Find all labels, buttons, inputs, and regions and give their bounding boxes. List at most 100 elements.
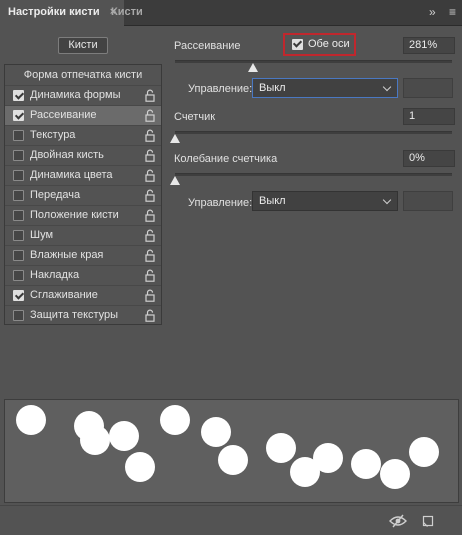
- setting-checkbox[interactable]: [13, 290, 24, 301]
- brush-setting-item[interactable]: Динамика цвета: [5, 165, 161, 185]
- setting-checkbox[interactable]: [13, 250, 24, 261]
- setting-checkbox[interactable]: [13, 90, 24, 101]
- brush-dab: [218, 445, 248, 475]
- scatter-slider-handle[interactable]: [247, 63, 258, 72]
- brush-dab: [266, 433, 296, 463]
- control-label-1: Управление:: [188, 83, 253, 95]
- setting-checkbox[interactable]: [13, 210, 24, 221]
- lock-icon[interactable]: [145, 209, 155, 222]
- brush-dab: [160, 405, 190, 435]
- brush-setting-item[interactable]: Динамика формы: [5, 85, 161, 105]
- setting-checkbox[interactable]: [13, 130, 24, 141]
- setting-label: Влажные края: [30, 249, 104, 261]
- setting-checkbox[interactable]: [13, 110, 24, 121]
- panel-tab-bar: Настройки кисти × Кисти » ≡: [0, 0, 462, 27]
- count-control-value: Выкл: [259, 195, 286, 207]
- brush-setting-item[interactable]: Положение кисти: [5, 205, 161, 225]
- brush-setting-item[interactable]: Двойная кисть: [5, 145, 161, 165]
- lock-icon[interactable]: [145, 289, 155, 302]
- setting-checkbox[interactable]: [13, 170, 24, 181]
- brush-setting-item[interactable]: Сглаживание: [5, 285, 161, 305]
- scatter-slider-track[interactable]: [175, 60, 452, 63]
- chevron-down-icon: [382, 82, 392, 92]
- both-axes-label: Обе оси: [308, 38, 350, 50]
- brush-setting-item[interactable]: Текстура: [5, 125, 161, 145]
- panel-footer: [0, 505, 462, 535]
- brush-setting-item[interactable]: Рассеивание: [5, 105, 161, 125]
- count-control-dropdown[interactable]: Выкл: [252, 191, 398, 211]
- count-label: Счетчик: [174, 111, 216, 123]
- count-jitter-slider-handle[interactable]: [170, 176, 180, 185]
- count-jitter-label: Колебание счетчика: [174, 153, 278, 165]
- count-slider-handle[interactable]: [170, 134, 180, 143]
- setting-checkbox[interactable]: [13, 190, 24, 201]
- brush-dab: [16, 405, 46, 435]
- brush-dab: [109, 421, 139, 451]
- brush-setting-item[interactable]: Влажные края: [5, 245, 161, 265]
- setting-label: Положение кисти: [30, 209, 119, 221]
- count-jitter-slider-track[interactable]: [175, 173, 452, 176]
- setting-checkbox[interactable]: [13, 150, 24, 161]
- brush-dab: [380, 459, 410, 489]
- brush-setting-item[interactable]: Защита текстуры: [5, 305, 161, 325]
- scatter-control-extra: [403, 78, 453, 98]
- chevron-down-icon: [382, 195, 392, 205]
- brush-dab: [125, 452, 155, 482]
- tab-brush-settings-label: Настройки кисти: [8, 6, 100, 18]
- lock-icon[interactable]: [145, 229, 155, 242]
- setting-label: Рассеивание: [30, 109, 97, 121]
- preview-canvas: [16, 405, 439, 489]
- setting-label: Текстура: [30, 129, 76, 141]
- setting-label: Передача: [30, 189, 81, 201]
- scatter-value-field[interactable]: 281%: [403, 37, 455, 54]
- setting-checkbox[interactable]: [13, 270, 24, 281]
- brush-tip-shape-item[interactable]: Форма отпечатка кисти: [5, 65, 161, 85]
- lock-icon[interactable]: [145, 129, 155, 142]
- brushes-presets-button[interactable]: Кисти: [58, 37, 108, 54]
- brush-setting-item[interactable]: Передача: [5, 185, 161, 205]
- count-jitter-value-field[interactable]: 0%: [403, 150, 455, 167]
- both-axes-checkbox-highlight[interactable]: Обе оси: [283, 33, 356, 56]
- setting-label: Динамика формы: [30, 89, 121, 101]
- brush-dab: [313, 443, 343, 473]
- brush-stroke-preview: [4, 399, 459, 503]
- tab-brushes-label: Кисти: [111, 6, 143, 18]
- brush-dab: [351, 449, 381, 479]
- setting-label: Защита текстуры: [30, 309, 119, 321]
- lock-icon[interactable]: [145, 89, 155, 102]
- count-control-extra: [403, 191, 453, 211]
- setting-label: Шум: [30, 229, 54, 241]
- brush-setting-item[interactable]: Шум: [5, 225, 161, 245]
- scatter-control-value: Выкл: [259, 82, 286, 94]
- create-new-brush-icon[interactable]: [421, 513, 435, 529]
- brush-dab: [409, 437, 439, 467]
- panel-menu-icon[interactable]: ≡: [449, 5, 456, 19]
- panel-icons: » ≡: [419, 0, 456, 26]
- brush-setting-item[interactable]: Накладка: [5, 265, 161, 285]
- tab-brushes[interactable]: Кисти: [103, 0, 151, 26]
- scatter-label: Рассеивание: [174, 40, 241, 52]
- lock-icon[interactable]: [145, 109, 155, 122]
- collapse-panel-icon[interactable]: »: [429, 5, 436, 19]
- lock-icon[interactable]: [145, 309, 155, 322]
- setting-label: Двойная кисть: [30, 149, 104, 161]
- control-label-2: Управление:: [188, 197, 253, 209]
- setting-label: Сглаживание: [30, 289, 98, 301]
- lock-icon[interactable]: [145, 149, 155, 162]
- setting-checkbox[interactable]: [13, 230, 24, 241]
- scatter-control-dropdown[interactable]: Выкл: [252, 78, 398, 98]
- lock-icon[interactable]: [145, 189, 155, 202]
- both-axes-checkbox[interactable]: [292, 39, 303, 50]
- brush-dab: [80, 425, 110, 455]
- setting-label: Динамика цвета: [30, 169, 113, 181]
- setting-label: Накладка: [30, 269, 80, 281]
- setting-checkbox[interactable]: [13, 310, 24, 321]
- count-value-field[interactable]: 1: [403, 108, 455, 125]
- lock-icon[interactable]: [145, 249, 155, 262]
- toggle-live-tip-preview-icon[interactable]: [388, 513, 408, 529]
- brush-settings-list: Форма отпечатка кисти Динамика формы Расс…: [4, 64, 162, 325]
- lock-icon[interactable]: [145, 169, 155, 182]
- brush-dab: [201, 417, 231, 447]
- lock-icon[interactable]: [145, 269, 155, 282]
- count-slider-track[interactable]: [175, 131, 452, 134]
